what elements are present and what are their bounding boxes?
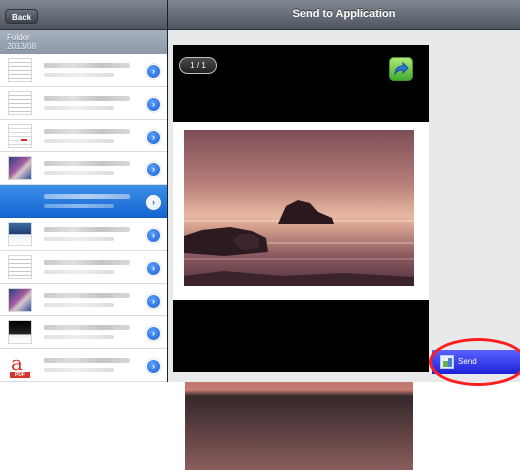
list-item[interactable]: ›	[0, 152, 167, 186]
file-thumbnail	[8, 156, 32, 181]
folder-header: Folder 2013/08	[0, 30, 167, 54]
blurred-file-details	[44, 269, 114, 274]
send-highlight-circle	[429, 338, 520, 386]
file-thumbnail: a PDF	[8, 351, 32, 379]
chevron-right-icon[interactable]: ›	[146, 326, 161, 342]
chevron-right-icon[interactable]: ›	[146, 195, 161, 211]
blurred-file-name	[44, 358, 130, 364]
list-item[interactable]: ›	[0, 218, 167, 251]
file-thumbnail	[8, 287, 32, 312]
blurred-file-details	[44, 335, 114, 340]
file-thumbnail	[8, 254, 32, 279]
blurred-file-details	[44, 73, 114, 77]
blurred-file-details	[44, 138, 114, 143]
list-item[interactable]: ›	[0, 120, 167, 153]
share-arrow-icon[interactable]	[389, 57, 413, 81]
list-item[interactable]: ›	[0, 251, 167, 284]
list-item[interactable]: ›	[0, 185, 414, 471]
blurred-file-name	[44, 128, 130, 134]
chevron-right-icon[interactable]: ›	[146, 96, 161, 112]
page-title: Send to Application	[292, 8, 396, 20]
page-indicator: 1 / 1	[179, 57, 217, 74]
blurred-file-name	[44, 95, 130, 101]
blurred-file-details	[44, 302, 114, 307]
pdf-label: PDF	[10, 372, 30, 379]
blurred-file-name	[44, 259, 130, 265]
file-thumbnail	[8, 123, 32, 148]
list-item[interactable]: a PDF ›	[0, 349, 167, 382]
list-item[interactable]: ›	[0, 87, 167, 120]
chevron-right-icon[interactable]: ›	[146, 64, 161, 79]
blurred-file-name	[44, 325, 130, 331]
blurred-file-details	[44, 236, 114, 241]
blurred-file-details	[44, 171, 114, 176]
left-navigation-bar: Back	[0, 0, 167, 30]
chevron-right-icon[interactable]: ›	[146, 359, 161, 375]
top-navigation-bar: Send to Application	[168, 0, 520, 30]
sunset-seascape-photo	[184, 130, 414, 286]
chevron-right-icon[interactable]: ›	[146, 227, 161, 243]
file-list: › › › › › › › › › a PDF ›	[0, 54, 414, 471]
folder-label: Folder	[7, 33, 30, 42]
blurred-file-details	[44, 105, 114, 110]
blurred-file-name	[44, 226, 130, 232]
folder-name: 2013/08	[7, 42, 36, 51]
blurred-file-name	[44, 161, 130, 167]
blurred-file-name	[44, 292, 130, 298]
list-item[interactable]: ›	[0, 284, 167, 317]
file-thumbnail	[8, 221, 32, 246]
blurred-file-name	[44, 194, 130, 200]
list-item[interactable]: ›	[0, 54, 167, 87]
chevron-right-icon[interactable]: ›	[146, 129, 161, 145]
file-thumbnail	[8, 58, 32, 82]
chevron-right-icon[interactable]: ›	[146, 162, 161, 178]
chevron-right-icon[interactable]: ›	[146, 260, 161, 276]
pdf-logo-icon: a	[11, 351, 23, 376]
blurred-file-name	[44, 63, 130, 68]
file-thumbnail	[8, 320, 32, 345]
chevron-right-icon[interactable]: ›	[146, 293, 161, 309]
back-button[interactable]: Back	[5, 9, 39, 24]
list-item[interactable]: ›	[0, 316, 167, 350]
file-thumbnail	[8, 90, 32, 115]
blurred-file-details	[44, 368, 114, 373]
blurred-file-details	[44, 204, 114, 209]
